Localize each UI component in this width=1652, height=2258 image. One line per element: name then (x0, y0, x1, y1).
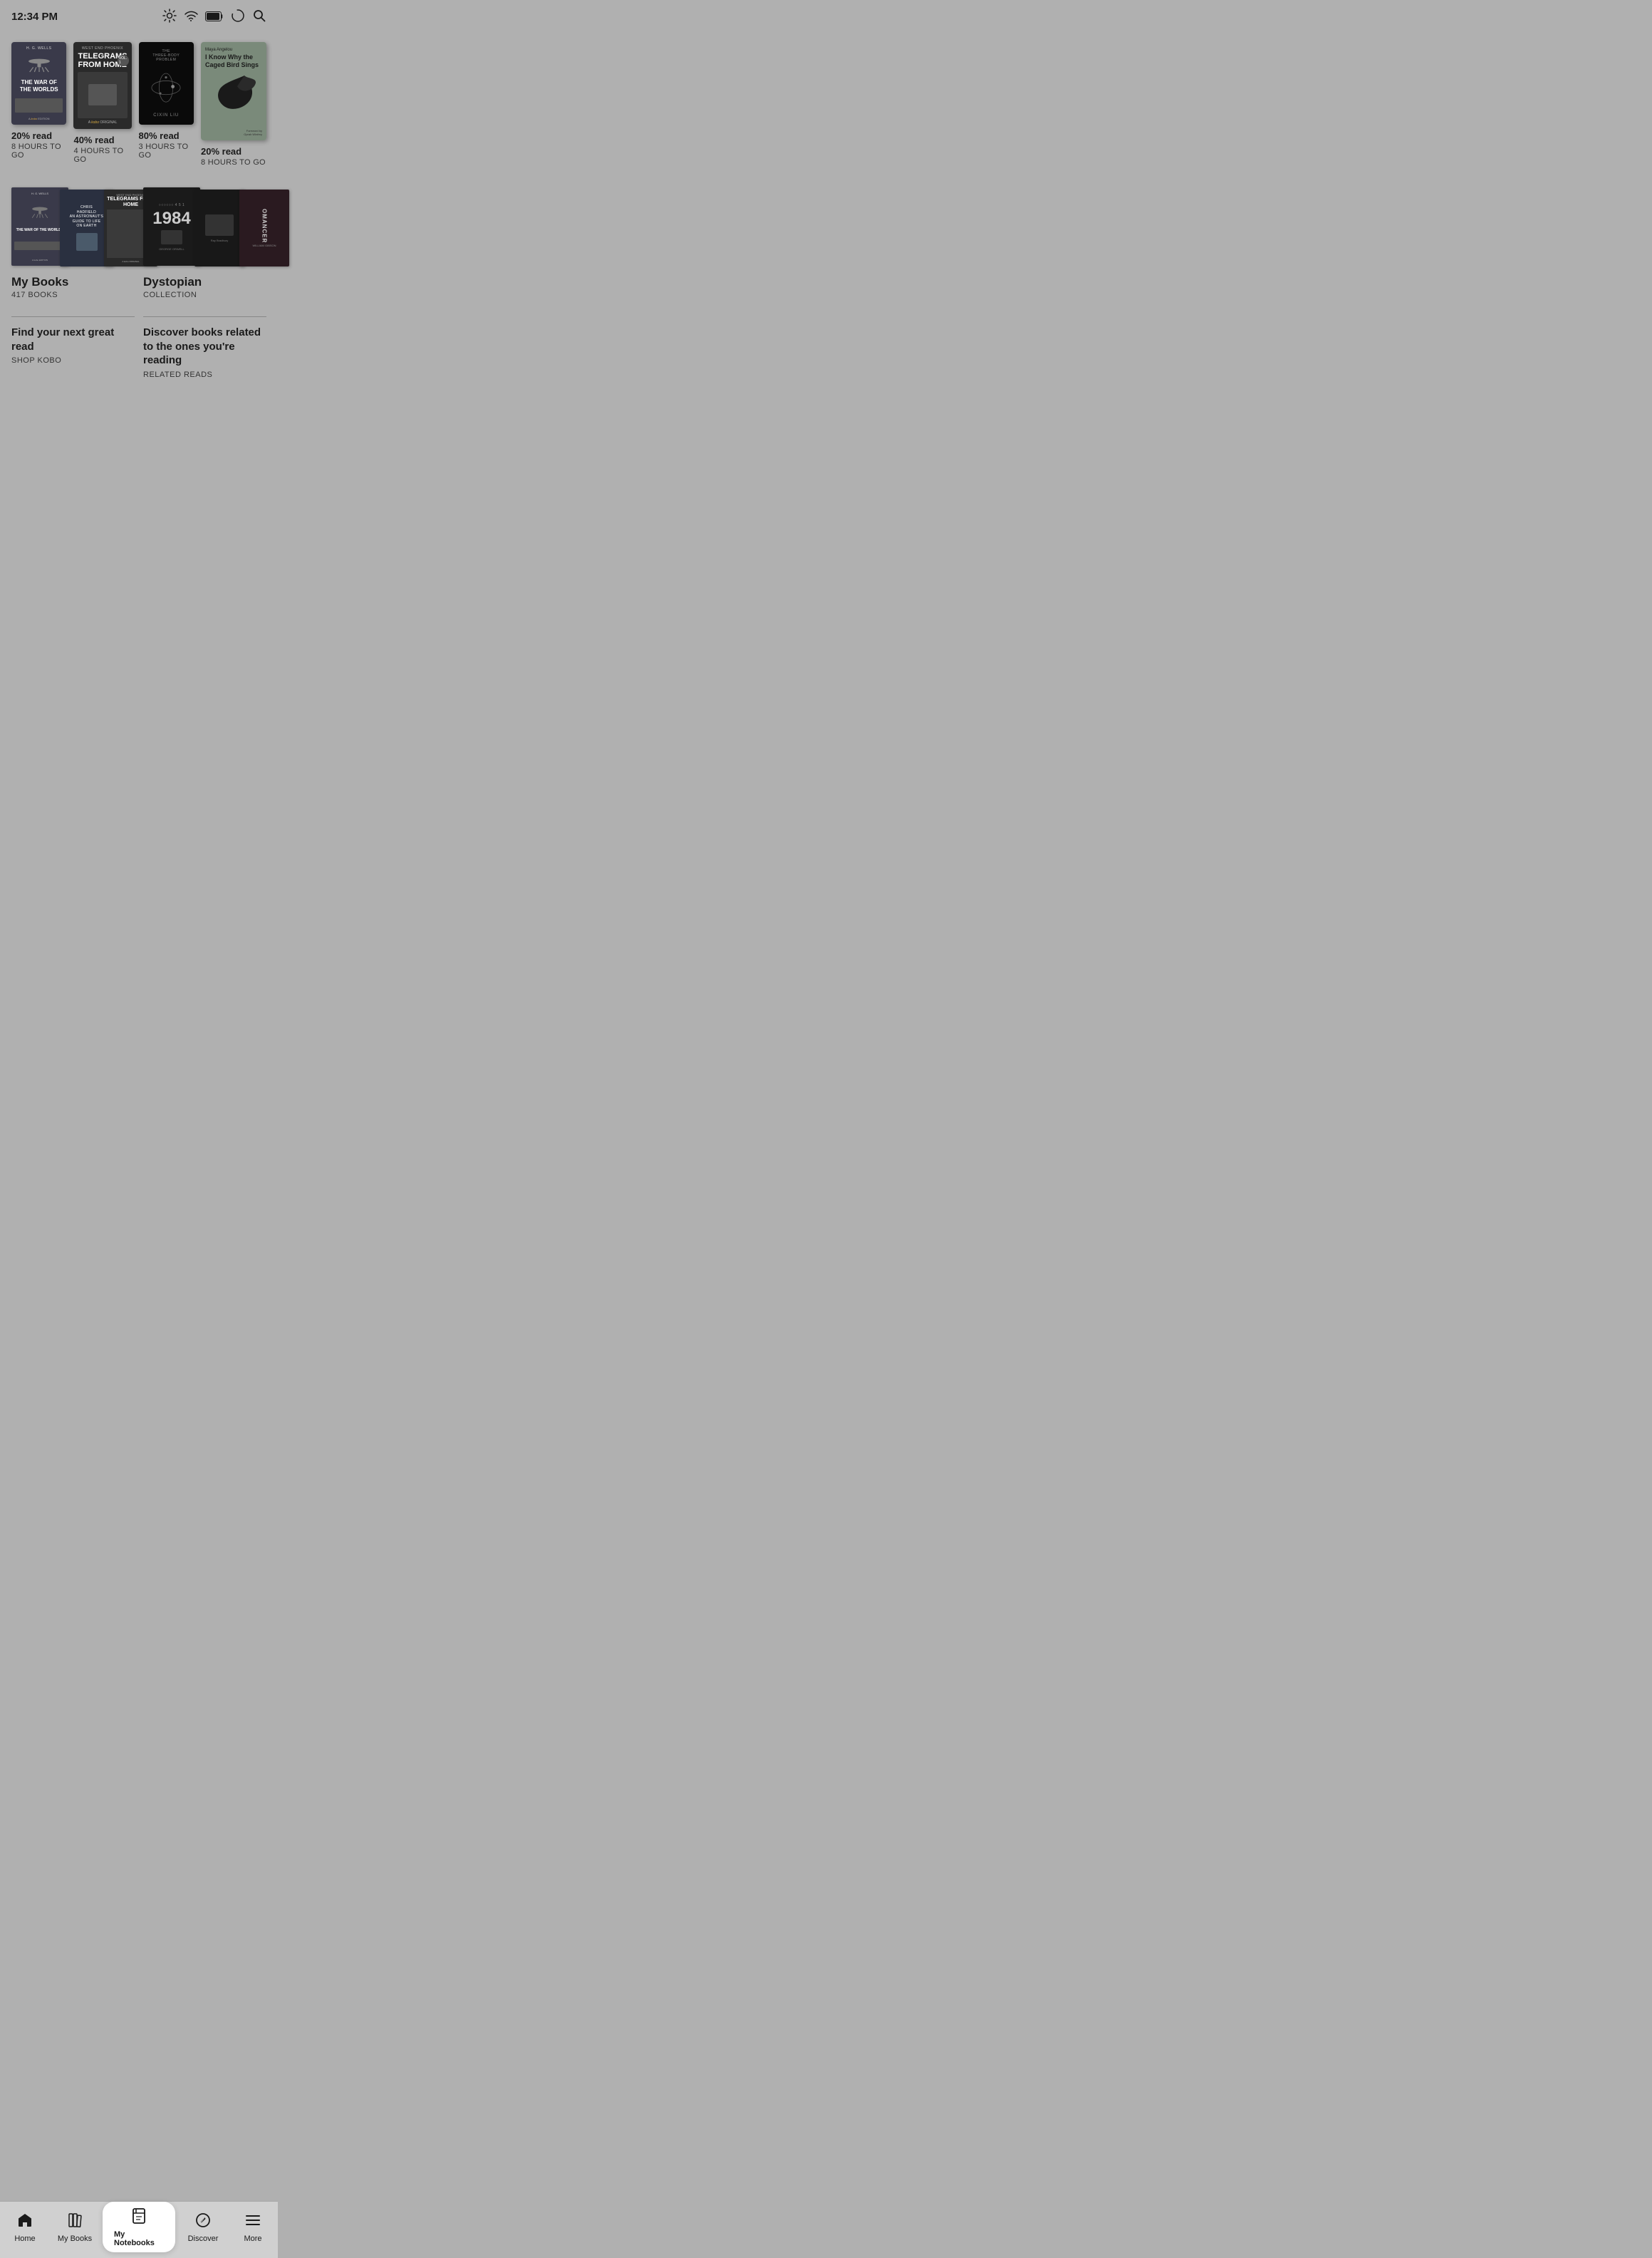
book-item-telegrams[interactable]: West End Phoenix TELEGRAMS FROM HOME A k… (73, 42, 131, 167)
menu-icon (244, 2212, 261, 2232)
reading-grid: H. G. WELLS THE WAR OF THE WORLDS A kobo… (11, 42, 266, 167)
book-cover-war-of-worlds: H. G. WELLS THE WAR OF THE WORLDS A kobo… (11, 42, 66, 125)
nav-item-home[interactable]: Home (0, 2202, 50, 2252)
dystopian-title: Dystopian (143, 275, 266, 289)
promo-related-reads[interactable]: Discover books related to the ones you'r… (143, 316, 266, 379)
book-item-three-body[interactable]: THETHREE-BODYPROBLEM CIXIN LIU 80% read … (139, 42, 194, 167)
nav-label-more: More (244, 2234, 261, 2243)
dystopian-stack: ○○○○○○ 4 5 1 1984 GEORGE ORWELL Ray Brad… (143, 184, 266, 269)
dystopian-type: Collection (143, 291, 266, 299)
nav-label-discover: Discover (188, 2234, 219, 2243)
promo-related-reads-label: Related Reads (143, 371, 266, 379)
book-cover-caged-bird: Maya Angelou I Know Why the Caged Bird S… (201, 42, 266, 140)
bottom-nav: Home My Books My Notebooks (0, 2201, 278, 2258)
compass-icon (194, 2212, 212, 2232)
book-item-war-of-worlds[interactable]: H. G. WELLS THE WAR OF THE WORLDS A kobo… (11, 42, 66, 167)
book-time-war: 8 Hours to Go (11, 143, 66, 160)
nav-label-home: Home (14, 2234, 35, 2243)
nav-item-more[interactable]: More (228, 2202, 278, 2252)
sync-icon (231, 9, 245, 25)
promo-section: Find your next great read Shop Kobo Disc… (11, 316, 266, 379)
book-progress-cagedbird: 20% read (201, 146, 266, 157)
promo-shop-kobo-title: Find your next great read (11, 326, 135, 353)
notebook-icon (130, 2207, 147, 2227)
book-item-caged-bird[interactable]: Maya Angelou I Know Why the Caged Bird S… (201, 42, 266, 167)
status-time: 12:34 PM (11, 11, 58, 23)
promo-shop-kobo[interactable]: Find your next great read Shop Kobo (11, 316, 135, 379)
books-icon (66, 2212, 83, 2232)
book-time-telegrams: 4 Hours to Go (73, 147, 131, 164)
nav-item-my-notebooks[interactable]: My Notebooks (103, 2202, 175, 2252)
my-books-stack: H. G. WELLS THE WAR OF THE WORLDS A kobo… (11, 184, 135, 269)
book-progress-threebody: 80% read (139, 130, 194, 141)
nav-label-my-notebooks: My Notebooks (114, 2230, 164, 2247)
home-icon (16, 2212, 33, 2232)
status-icons (162, 9, 266, 25)
brightness-icon (162, 9, 177, 25)
book-cover-telegrams: West End Phoenix TELEGRAMS FROM HOME A k… (73, 42, 131, 129)
wifi-icon (184, 9, 198, 25)
my-books-title: My Books (11, 275, 135, 289)
status-bar: 12:34 PM (0, 0, 278, 31)
nav-item-my-books[interactable]: My Books (50, 2202, 100, 2252)
search-icon[interactable] (252, 9, 266, 25)
library-section: H. G. WELLS THE WAR OF THE WORLDS A kobo… (11, 184, 266, 299)
my-books-count: 417 Books (11, 291, 135, 299)
book-time-cagedbird: 8 Hours to Go (201, 158, 266, 167)
book-cover-three-body: THETHREE-BODYPROBLEM CIXIN LIU (139, 42, 194, 125)
battery-icon (205, 11, 224, 24)
promo-shop-kobo-label: Shop Kobo (11, 356, 135, 365)
book-time-threebody: 3 Hours to Go (139, 143, 194, 160)
nav-label-my-books: My Books (58, 2234, 92, 2243)
nav-item-discover[interactable]: Discover (178, 2202, 228, 2252)
library-item-my-books[interactable]: H. G. WELLS THE WAR OF THE WORLDS A kobo… (11, 184, 135, 299)
book-progress-war: 20% read (11, 130, 66, 141)
library-item-dystopian[interactable]: ○○○○○○ 4 5 1 1984 GEORGE ORWELL Ray Brad… (143, 184, 266, 299)
book-progress-telegrams: 40% read (73, 135, 131, 145)
main-content: H. G. WELLS THE WAR OF THE WORLDS A kobo… (0, 31, 278, 443)
promo-related-reads-title: Discover books related to the ones you'r… (143, 326, 266, 368)
